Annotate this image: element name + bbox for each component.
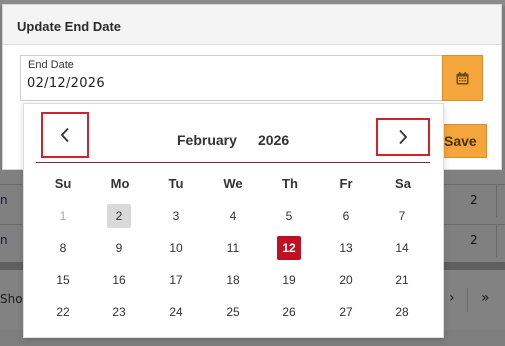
calendar-day[interactable]: 15	[51, 268, 75, 292]
weekday-header: Su Mo Tu We Th Fr Sa	[35, 174, 431, 194]
weekday-label: Th	[282, 176, 298, 191]
weekday-label: Mo	[110, 176, 130, 191]
calendar-day[interactable]: 10	[164, 236, 188, 260]
calendar-day[interactable]: 24	[164, 300, 188, 324]
calendar-day[interactable]: 25	[221, 300, 245, 324]
calendar-icon	[456, 71, 469, 84]
calendar-day[interactable]: 18	[221, 268, 245, 292]
calendar-day-selected[interactable]: 2	[107, 204, 131, 228]
weekday-label: Sa	[395, 176, 411, 191]
table-cell: n	[0, 233, 8, 247]
calendar-day[interactable]: 22	[51, 300, 75, 324]
table-cell: n	[0, 193, 8, 207]
pager-next-icon: ›	[449, 290, 455, 306]
pager-show-label: Sho	[0, 292, 23, 306]
weekday-label: Su	[54, 176, 72, 191]
table-cell: 2	[470, 233, 478, 247]
calendar-day[interactable]: 8	[51, 236, 75, 260]
calendar-day[interactable]: 16	[107, 268, 131, 292]
previous-month-button[interactable]	[41, 112, 89, 158]
calendar-day[interactable]: 13	[334, 236, 358, 260]
table-cell: 2	[470, 193, 478, 207]
pager-divider	[467, 288, 468, 312]
next-month-button[interactable]	[376, 118, 430, 156]
weekday-label: We	[223, 176, 243, 191]
calendar-day[interactable]: 11	[221, 236, 245, 260]
calendar-button[interactable]	[442, 55, 483, 101]
column-divider	[496, 225, 497, 257]
calendar-year[interactable]: 2026	[258, 132, 289, 148]
calendar-day[interactable]: 14	[390, 236, 414, 260]
calendar-month[interactable]: February	[177, 132, 237, 148]
calendar-day[interactable]: 3	[164, 204, 188, 228]
calendar-day[interactable]: 28	[390, 300, 414, 324]
end-date-input[interactable]: 02/12/2026	[27, 76, 105, 91]
calendar-day[interactable]: 23	[107, 300, 131, 324]
calendar-day[interactable]: 17	[164, 268, 188, 292]
end-date-label: End Date	[28, 59, 74, 71]
calendar-day[interactable]: 27	[334, 300, 358, 324]
calendar-day[interactable]: 1	[51, 204, 75, 228]
calendar-day[interactable]: 20	[334, 268, 358, 292]
dialog-header: Update End Date	[3, 5, 501, 45]
pager-last-icon: »	[481, 290, 490, 306]
chevron-right-icon	[399, 129, 408, 145]
calendar-day[interactable]: 26	[277, 300, 301, 324]
column-divider	[496, 185, 497, 217]
calendar-day[interactable]: 6	[334, 204, 358, 228]
calendar-day[interactable]: 21	[390, 268, 414, 292]
chevron-left-icon	[60, 127, 69, 143]
weekday-label: Tu	[168, 176, 184, 191]
date-picker-popup: February 2026 Su Mo Tu We Th Fr Sa 12345…	[23, 103, 444, 338]
calendar-day[interactable]: 9	[107, 236, 131, 260]
calendar-day[interactable]: 19	[277, 268, 301, 292]
calendar-day[interactable]: 5	[277, 204, 301, 228]
calendar-day-highlighted[interactable]: 12	[277, 236, 301, 260]
calendar-day[interactable]: 4	[221, 204, 245, 228]
dialog-title: Update End Date	[17, 19, 122, 34]
end-date-field[interactable]: End Date 02/12/2026	[20, 55, 444, 101]
weekday-label: Fr	[339, 176, 353, 191]
calendar-day[interactable]: 7	[390, 204, 414, 228]
calendar-header: February 2026	[36, 112, 430, 163]
save-button[interactable]: Save	[437, 124, 487, 158]
